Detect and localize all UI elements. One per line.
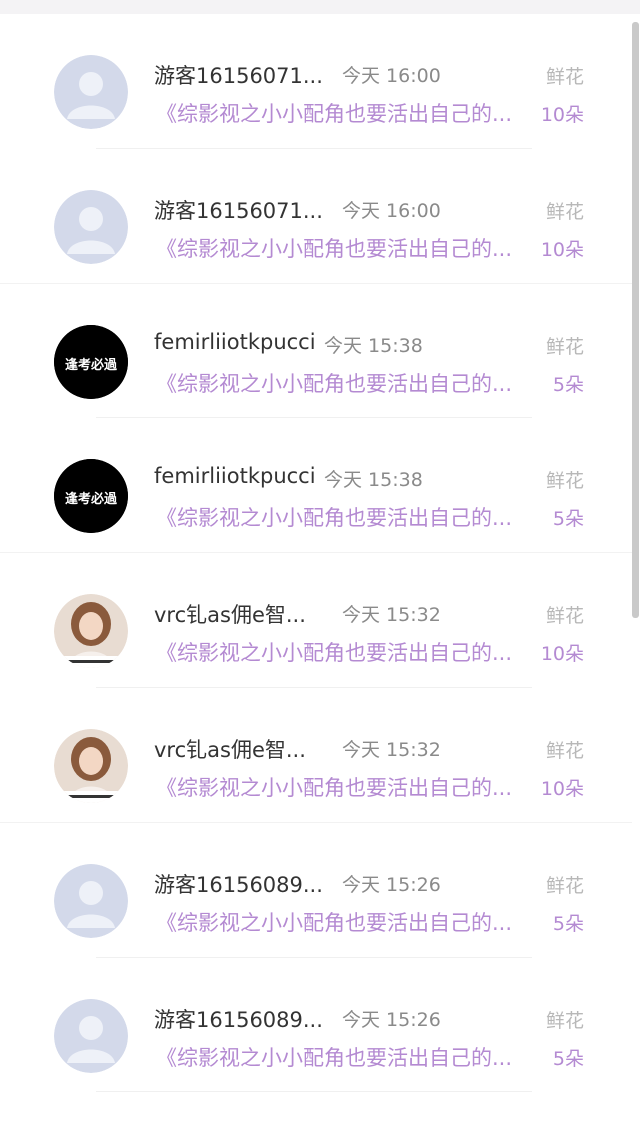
logo-avatar-icon[interactable]: 逢考必過 — [54, 324, 128, 399]
status-strip — [0, 0, 640, 14]
flower-count: 10朵 — [540, 238, 584, 261]
list-item[interactable]: 游客16156089... 今天 15:26 《综影视之小小配角也要活出自己的.… — [0, 823, 632, 958]
book-title-link[interactable]: 《综影视之小小配角也要活出自己的... — [156, 1042, 530, 1072]
default-avatar-icon[interactable] — [54, 55, 128, 129]
username: femirliiotkpucci — [154, 329, 316, 354]
flower-count: 10朵 — [540, 104, 584, 126]
logo-avatar-icon[interactable]: 逢考必過 — [54, 459, 128, 534]
timestamp: 今天 15:26 — [342, 1008, 441, 1031]
scrollbar[interactable] — [632, 22, 639, 618]
list-item[interactable]: 游客16156089... 今天 15:26 《综影视之小小配角也要活出自己的.… — [0, 958, 632, 1093]
flower-count: 5朵 — [552, 1047, 584, 1070]
flower-label: 鲜花 — [545, 200, 584, 223]
flower-label: 鲜花 — [545, 874, 584, 897]
avatar-logo-text: 逢考必過 — [65, 491, 118, 507]
book-title-link[interactable]: 《综影视之小小配角也要活出自己的... — [156, 637, 530, 667]
list-item[interactable]: vrc钆as佣e智... 今天 15:32 《综影视之小小配角也要活出自己的..… — [0, 688, 632, 823]
list-item[interactable]: vrc钆as佣e智... 今天 15:32 《综影视之小小配角也要活出自己的..… — [0, 553, 632, 688]
default-avatar-icon[interactable] — [54, 863, 128, 938]
flower-count: 5朵 — [552, 912, 584, 935]
username: vrc钆as佣e智... — [154, 737, 306, 762]
flower-count: 5朵 — [552, 373, 584, 396]
flower-label: 鲜花 — [545, 739, 584, 762]
timestamp: 今天 15:32 — [342, 604, 441, 627]
timestamp: 今天 15:38 — [324, 334, 423, 357]
flower-label: 鲜花 — [545, 1009, 584, 1032]
list-item[interactable]: 逢考必過 femirliiotkpucci 今天 15:38 《综影视之小小配角… — [0, 418, 632, 554]
timestamp: 今天 15:38 — [324, 469, 423, 492]
timestamp: 今天 16:00 — [342, 199, 441, 222]
flower-label: 鲜花 — [545, 335, 584, 358]
timestamp: 今天 15:32 — [342, 738, 441, 761]
username: 游客16156071... — [154, 198, 323, 223]
book-title-link[interactable]: 《综影视之小小配角也要活出自己的... — [156, 772, 530, 802]
flower-count: 10朵 — [540, 777, 584, 800]
flower-label: 鲜花 — [545, 66, 584, 88]
flower-record-list[interactable]: 游客16156071... 今天 16:00 《综影视之小小配角也要活出自己的.… — [0, 14, 632, 1093]
book-title-link[interactable]: 《综影视之小小配角也要活出自己的... — [156, 907, 530, 937]
username: femirliiotkpucci — [154, 464, 316, 489]
username: 游客16156089... — [154, 872, 323, 897]
default-avatar-icon[interactable] — [54, 189, 128, 264]
book-title-link[interactable]: 《综影视之小小配角也要活出自己的... — [156, 98, 530, 128]
list-item[interactable]: 游客16156071... 今天 16:00 《综影视之小小配角也要活出自己的.… — [0, 149, 632, 284]
book-title-link[interactable]: 《综影视之小小配角也要活出自己的... — [156, 502, 530, 532]
flower-label: 鲜花 — [545, 470, 584, 493]
username: 游客16156089... — [154, 1007, 323, 1032]
default-avatar-icon[interactable] — [54, 998, 128, 1073]
avatar-logo-text: 逢考必過 — [65, 357, 118, 373]
timestamp: 今天 16:00 — [342, 65, 441, 87]
book-title-link[interactable]: 《综影视之小小配角也要活出自己的... — [156, 368, 530, 398]
list-item[interactable]: 逢考必過 femirliiotkpucci 今天 15:38 《综影视之小小配角… — [0, 284, 632, 419]
divider — [96, 1091, 532, 1093]
timestamp: 今天 15:26 — [342, 873, 441, 896]
list-item[interactable]: 游客16156071... 今天 16:00 《综影视之小小配角也要活出自己的.… — [0, 14, 632, 149]
book-title-link[interactable]: 《综影视之小小配角也要活出自己的... — [156, 233, 530, 263]
flower-count: 10朵 — [540, 643, 584, 666]
flower-count: 5朵 — [552, 508, 584, 531]
username: vrc钆as佣e智... — [154, 603, 306, 628]
flower-label: 鲜花 — [545, 605, 584, 628]
username: 游客16156071... — [154, 64, 323, 88]
photo-avatar-icon[interactable] — [54, 728, 128, 803]
photo-avatar-icon[interactable] — [54, 594, 128, 669]
